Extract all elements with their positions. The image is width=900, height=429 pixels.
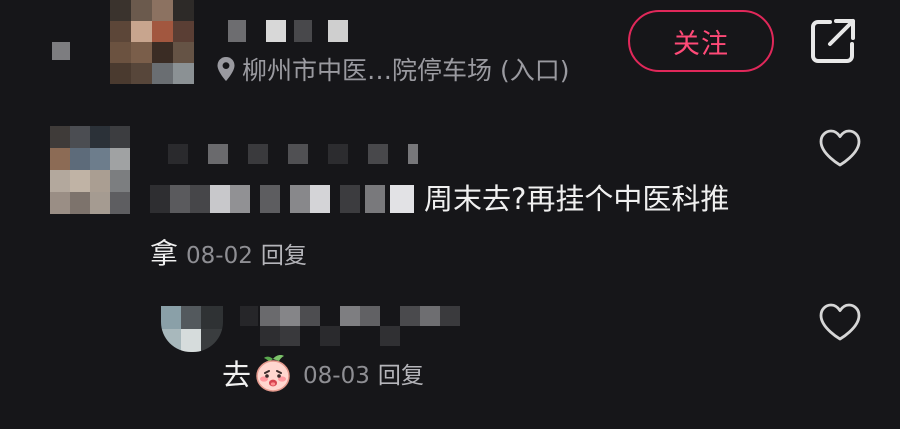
heart-outline-icon[interactable] [818, 128, 862, 168]
location-tag[interactable]: 柳州市中医…院停车场 (入口) [216, 52, 569, 86]
comment-text: 周末去?再挂个中医科推 [424, 182, 730, 216]
heart-outline-icon[interactable] [818, 302, 862, 342]
share-external-icon[interactable] [808, 16, 858, 66]
reply-button[interactable]: 回复 [261, 243, 307, 269]
poster-username-redacted[interactable] [228, 20, 358, 42]
mention-redacted[interactable] [150, 185, 414, 213]
follow-button[interactable]: 关注 [628, 10, 774, 72]
commenter-name-redacted[interactable] [168, 144, 418, 164]
replier-name-redacted[interactable] [240, 306, 464, 346]
reply-date: 08-03 [303, 363, 370, 389]
commenter-avatar[interactable] [50, 126, 130, 214]
reply-row: 去 08-03 回复 [222, 352, 432, 394]
reply-text: 去 [222, 358, 252, 392]
location-text: 柳州市中医…院停车场 (入口) [242, 56, 570, 85]
poster-avatar[interactable] [110, 0, 194, 84]
comment-text-continuation: 拿 [150, 237, 179, 270]
reply-button[interactable]: 回复 [378, 363, 424, 389]
comment-meta: 拿 08-02 回复 [150, 232, 315, 272]
back-button[interactable] [52, 42, 70, 60]
location-pin-icon [217, 57, 235, 81]
peach-face-emoji [256, 355, 290, 392]
comment-date: 08-02 [186, 243, 253, 269]
replier-avatar[interactable] [161, 306, 223, 352]
